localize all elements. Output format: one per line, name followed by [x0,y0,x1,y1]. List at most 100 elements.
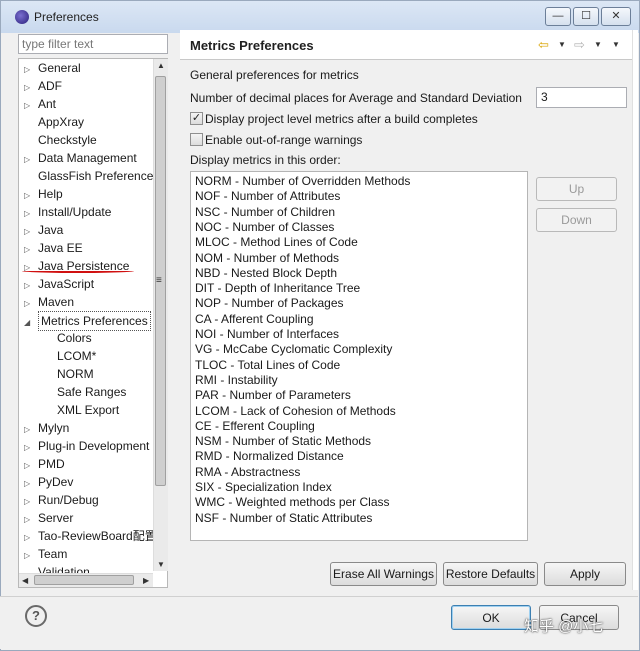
tree-item-label: PyDev [38,475,74,489]
metric-list-item[interactable]: PAR - Number of Parameters [195,388,351,403]
tree-item[interactable]: ▷ Server [24,509,73,527]
scroll-up-icon[interactable]: ▲ [157,61,165,70]
metric-list-item[interactable]: NOF - Number of Attributes [195,189,340,204]
back-dropdown-icon[interactable]: ▼ [558,40,566,49]
scroll-right-icon[interactable]: ▶ [143,576,149,585]
tree-item[interactable]: GlassFish Preferences [24,167,159,185]
metric-list-item[interactable]: NORM - Number of Overridden Methods [195,174,410,189]
tree-item[interactable]: ◢ Metrics Preferences [24,311,151,332]
decimal-places-field[interactable]: 3 [536,87,627,108]
minimize-button[interactable]: — [545,7,571,26]
metric-list-item[interactable]: NOC - Number of Classes [195,220,334,235]
tree-item-label: Run/Debug [38,493,99,507]
expanded-arrow-icon[interactable]: ◢ [24,314,38,332]
display-project-metrics-checkbox[interactable]: ✓ [190,112,203,125]
metric-list-item[interactable]: MLOC - Method Lines of Code [195,235,358,250]
tree-item-label: Help [38,187,63,201]
preference-tree: ▷ General ▷ ADF ▷ Ant AppXray Checkstyle ▷ Data M… [18,58,168,588]
tree-item-label: JavaScript [38,277,95,291]
help-icon[interactable]: ? [25,605,47,627]
metric-list-item[interactable]: NBD - Nested Block Depth [195,266,337,281]
tree-item-label: LCOM* [57,349,97,363]
tree-item[interactable]: ▷ ADF [24,77,62,95]
tree-item[interactable]: ▷ Tao-ReviewBoard配置 [24,527,157,545]
metric-list-item[interactable]: RMA - Abstractness [195,465,300,480]
ok-button[interactable]: OK [451,605,531,630]
tree-item[interactable]: ▷ PMD [24,455,65,473]
metric-list-item[interactable]: VG - McCabe Cyclomatic Complexity [195,342,392,357]
tree-item-label: Mylyn [38,421,70,435]
tree-item[interactable]: Checkstyle [24,131,97,149]
tree-item[interactable]: AppXray [24,113,84,131]
eclipse-app-icon [15,10,29,24]
tree-item[interactable]: ▷ Maven [24,293,74,311]
tree-item-label: Tao-ReviewBoard配置 [38,529,157,543]
metric-list-item[interactable]: WMC - Weighted methods per Class [195,495,390,510]
decimal-places-label: Number of decimal places for Average and… [190,91,522,105]
tree-item[interactable]: ▷ Mylyn [24,419,69,437]
tree-item-label: Java EE [38,241,83,255]
metric-list-item[interactable]: LCOM - Lack of Cohesion of Methods [195,404,396,419]
red-underline-annotation [22,269,134,273]
tree-item[interactable]: LCOM* [57,347,96,365]
window-title: Preferences [34,10,99,24]
tree-item[interactable]: ▷ Plug-in Development [24,437,149,455]
metric-list-item[interactable]: TLOC - Total Lines of Code [195,358,340,373]
tree-item[interactable]: ▷ Data Management [24,149,137,167]
metric-list-item[interactable]: SIX - Specialization Index [195,480,332,495]
tree-item[interactable]: ▷ Team [24,545,67,563]
tree-item-label: XML Export [57,403,120,417]
down-button[interactable]: Down [536,208,617,232]
tree-item-label: General [38,61,81,75]
tree-item[interactable]: NORM [57,365,94,383]
out-of-range-warnings-label: Enable out-of-range warnings [205,133,363,147]
tree-item-label: Java [38,223,64,237]
metric-list-item[interactable]: NSC - Number of Children [195,205,335,220]
title-bar: Preferences — ☐ ✕ [1,1,639,33]
tree-item[interactable]: XML Export [57,401,119,419]
tree-item-label: Checkstyle [38,133,97,147]
out-of-range-warnings-checkbox[interactable] [190,133,203,146]
erase-all-warnings-button[interactable]: Erase All Warnings [330,562,437,586]
tree-item-label: Ant [38,97,57,111]
view-menu-icon[interactable]: ▼ [612,40,620,49]
general-preferences-label: General preferences for metrics [190,68,359,82]
metric-list-item[interactable]: NOM - Number of Methods [195,251,339,266]
maximize-button[interactable]: ☐ [573,7,599,26]
forward-dropdown-icon[interactable]: ▼ [594,40,602,49]
tree-item[interactable]: ▷ PyDev [24,473,73,491]
tree-horizontal-scroll-thumb[interactable] [34,575,134,585]
metric-list-item[interactable]: NOP - Number of Packages [195,296,344,311]
close-button[interactable]: ✕ [601,7,631,26]
forward-arrow-icon[interactable]: ⇨ [574,37,585,53]
tree-item[interactable]: ▷ General [24,59,81,77]
tree-item[interactable]: ▷ JavaScript [24,275,94,293]
filter-input[interactable] [18,34,168,54]
tree-item[interactable]: ▷ Install/Update [24,203,111,221]
metric-list-item[interactable]: RMI - Instability [195,373,278,388]
tree-item-label: Metrics Preferences [38,311,151,331]
tree-item[interactable]: Safe Ranges [57,383,126,401]
scroll-down-icon[interactable]: ▼ [157,560,165,569]
apply-button[interactable]: Apply [544,562,626,586]
watermark: 知乎 @小七 [524,618,604,635]
tree-item[interactable]: ▷ Help [24,185,63,203]
metric-list-item[interactable]: CE - Efferent Coupling [195,419,315,434]
metric-list-item[interactable]: DIT - Depth of Inheritance Tree [195,281,360,296]
scroll-left-icon[interactable]: ◀ [22,576,28,585]
tree-item[interactable]: Colors [57,329,92,347]
metric-list-item[interactable]: CA - Afferent Coupling [195,312,314,327]
back-arrow-icon[interactable]: ⇦ [538,37,549,53]
tree-item[interactable]: ▷ Java EE [24,239,83,257]
up-button[interactable]: Up [536,177,617,201]
metric-list-item[interactable]: NSM - Number of Static Methods [195,434,371,449]
restore-defaults-button[interactable]: Restore Defaults [443,562,538,586]
metric-list-item[interactable]: NSF - Number of Static Attributes [195,511,372,526]
tree-item[interactable]: ▷ Run/Debug [24,491,99,509]
metric-list-item[interactable]: RMD - Normalized Distance [195,449,344,464]
metrics-order-list[interactable]: NORM - Number of Overridden Methods NOF -… [190,171,528,541]
tree-item[interactable]: ▷ Java [24,221,63,239]
tree-item[interactable]: ▷ Ant [24,95,56,113]
metric-list-item[interactable]: NOI - Number of Interfaces [195,327,339,342]
display-project-metrics-label: Display project level metrics after a bu… [205,112,478,126]
